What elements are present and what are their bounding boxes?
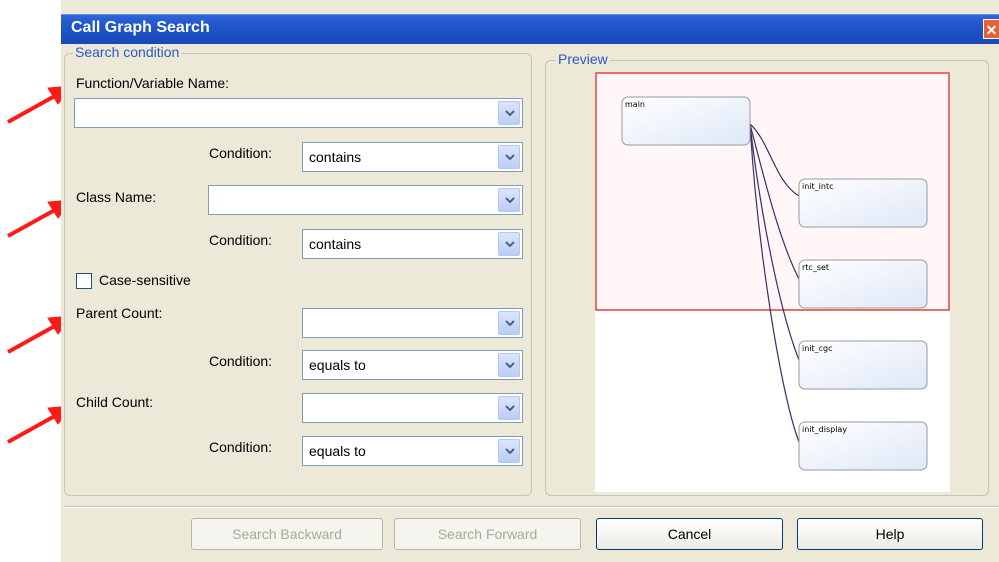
preview-legend: Preview (556, 51, 610, 67)
class-name-label: Class Name: (76, 189, 157, 205)
function-name-combobox[interactable] (74, 98, 523, 128)
close-button[interactable]: ✕ (983, 19, 999, 39)
cancel-button[interactable]: Cancel (596, 518, 783, 550)
graph-node-init-display-label: init_display (802, 425, 847, 434)
parent-count-label: Parent Count: (76, 305, 163, 321)
parent-condition-label: Condition: (209, 353, 273, 369)
class-name-dropdown-button[interactable] (498, 188, 520, 212)
button-separator (64, 506, 999, 508)
parent-count-dropdown-button[interactable] (498, 311, 520, 335)
graph-node-init-cgc-label: init_cgc (802, 344, 833, 353)
window-title: Call Graph Search (71, 19, 210, 36)
parent-condition-combobox[interactable]: equals to (302, 350, 523, 380)
function-condition-label: Condition: (209, 145, 273, 161)
child-count-label: Child Count: (76, 394, 154, 410)
child-condition-dropdown-button[interactable] (498, 439, 520, 463)
function-condition-combobox[interactable]: contains (302, 142, 523, 172)
chevron-down-icon (505, 448, 515, 455)
search-backward-button[interactable]: Search Backward (191, 518, 383, 550)
chevron-down-icon (505, 154, 515, 161)
graph-node-rtc-set-label: rtc_set (802, 263, 829, 272)
help-button[interactable]: Help (797, 518, 983, 550)
chevron-down-icon (505, 320, 515, 327)
chevron-down-icon (505, 362, 515, 369)
chevron-down-icon (505, 197, 515, 204)
function-condition-value: contains (309, 149, 362, 165)
parent-condition-dropdown-button[interactable] (498, 353, 520, 377)
call-graph: main init_intc rtc_set init_cgc init_dis… (595, 72, 950, 471)
graph-node-init-intc-label: init_intc (802, 182, 833, 191)
class-condition-value: contains (309, 236, 362, 252)
parent-condition-value: equals to (309, 357, 366, 373)
class-condition-combobox[interactable]: contains (302, 229, 523, 259)
case-sensitive-checkbox[interactable] (76, 273, 92, 289)
close-icon: ✕ (985, 22, 998, 38)
child-count-dropdown-button[interactable] (498, 396, 520, 420)
function-name-dropdown-button[interactable] (498, 101, 520, 125)
class-condition-label: Condition: (209, 232, 273, 248)
child-condition-combobox[interactable]: equals to (302, 436, 523, 466)
chevron-down-icon (505, 405, 515, 412)
child-count-combobox[interactable] (302, 393, 523, 423)
parent-count-combobox[interactable] (302, 308, 523, 338)
preview-canvas[interactable]: main init_intc rtc_set init_cgc init_dis… (595, 72, 950, 492)
class-condition-dropdown-button[interactable] (498, 232, 520, 256)
search-condition-legend: Search condition (73, 44, 182, 60)
child-condition-value: equals to (309, 443, 366, 459)
function-condition-dropdown-button[interactable] (498, 145, 520, 169)
graph-node-main-label: main (625, 100, 645, 109)
case-sensitive-label[interactable]: Case-sensitive (99, 272, 191, 288)
class-name-combobox[interactable] (208, 185, 523, 215)
function-name-label: Function/Variable Name: (76, 75, 230, 91)
search-forward-button[interactable]: Search Forward (394, 518, 581, 550)
chevron-down-icon (505, 110, 515, 117)
child-condition-label: Condition: (209, 439, 273, 455)
chevron-down-icon (505, 241, 515, 248)
title-bar: Call Graph Search ✕ (61, 14, 999, 44)
